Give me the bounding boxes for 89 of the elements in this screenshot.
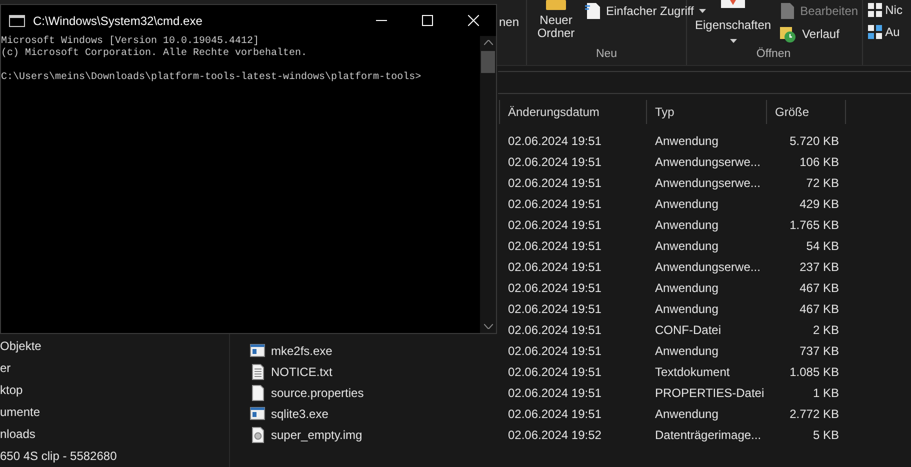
nav-item[interactable]: Objekte [0,335,229,357]
table-cell-text: Anwendung [654,406,720,420]
nav-item[interactable]: umente [0,401,229,423]
file-name[interactable]: mke2fs.exe [271,344,332,358]
table-cell-text: CONF-Datei [654,322,722,336]
table-cell-text: 467 KB [798,280,840,294]
table-cell-text: 1.765 KB [788,218,840,232]
scroll-thumb[interactable] [481,51,495,73]
table-cell-text: 02.06.2024 19:51 [507,322,602,336]
table-cell-text: 02.06.2024 19:51 [507,176,602,190]
application-icon [250,406,265,422]
close-icon [468,15,478,26]
table-cell-text: 2 KB [812,322,840,336]
maximize-icon [422,15,432,26]
column-header[interactable]: Größe [767,100,846,124]
grid-icon [868,3,882,17]
command-prompt[interactable]: C:\Users\meins\Downloads\platform-tools-latest-windows\platform-tools> [1,72,480,84]
table-cell-text: 02.06.2024 19:51 [507,344,602,358]
table-cell-text: 02.06.2024 19:51 [507,260,602,274]
clock-icon [779,25,798,43]
table-cell-text: 02.06.2024 19:51 [507,218,602,232]
group-label: Öffnen [755,48,792,60]
nav-item[interactable]: 650 4S clip - 5582680 [0,445,229,467]
table-cell-text: 02.06.2024 19:51 [507,154,602,168]
table-cell-text: Textdokument [654,364,731,378]
table-cell-text: 02.06.2024 19:51 [507,406,602,420]
column-header[interactable]: Änderungsdatum [500,100,647,124]
table-cell-text: 54 KB [805,238,840,252]
table-cell-text: 02.06.2024 19:51 [507,134,602,148]
table-cell-text: 106 KB [798,154,840,168]
table-cell-text: 02.06.2024 19:51 [507,196,602,210]
table-cell-text: 02.06.2024 19:51 [507,302,602,316]
file-name[interactable]: super_empty.img [271,428,362,442]
file-name[interactable]: NOTICE.txt [271,364,332,378]
table-cell-text: 02.06.2024 19:51 [507,280,602,294]
folder-icon [545,0,567,10]
table-cell-text: Anwendung [654,218,720,232]
table-cell-text: Anwendung [654,238,720,252]
console-icon [9,14,25,26]
table-cell-text: Anwendungserwe... [654,176,762,190]
ribbon-button[interactable]: Einfacher Zugriff [583,1,708,21]
table-cell-text: PROPERTIES-Datei [654,386,766,400]
table-cell-text: 1.085 KB [788,364,840,378]
ribbon-button[interactable]: Verlauf [777,24,860,44]
file-name[interactable]: source.properties [271,386,364,400]
table-cell-text: Anwendung [654,134,720,148]
ribbon-button[interactable]: Neuer Ordner [532,0,580,46]
nav-item[interactable]: er [0,357,229,379]
table-cell-text: Anwendung [654,196,720,210]
minimize-icon [376,20,386,21]
file-icon [250,384,265,400]
table-cell-text: 5 KB [812,428,840,442]
console-text: Microsoft Windows [Version 10.0.19045.4412] [1,36,260,48]
table-cell-text: 02.06.2024 19:51 [507,386,602,400]
table-cell-text: 467 KB [798,302,840,316]
grid-icon [868,25,882,39]
table-cell-text: 1 KB [812,386,840,400]
ribbon-button[interactable]: Au [866,22,904,42]
table-cell-text: Anwendung [654,280,720,294]
table-cell-text: 429 KB [798,196,840,210]
table-cell-text: Anwendung [654,344,720,358]
nav-item[interactable]: ktop [0,379,229,401]
document-icon [585,2,601,20]
console-text: (c) Microsoft Corporation. Alle Rechte vorbehalten. [1,48,308,60]
file-name[interactable]: sqlite3.exe [271,406,328,420]
table-cell-text: 02.06.2024 19:51 [507,364,602,378]
table-cell-text: 2.772 KB [788,406,840,420]
group-label: Neu [594,48,618,60]
ribbon-label[interactable]: nen [499,15,520,29]
window-title: C:\Windows\System32\cmd.exe [33,14,204,28]
table-cell-text: 237 KB [798,260,840,274]
address-bar[interactable] [498,71,911,94]
table-cell-text: 02.06.2024 19:51 [507,238,602,252]
text-file-icon [250,364,265,380]
table-cell-text: 72 KB [805,176,840,190]
table-cell-text: 737 KB [798,344,840,358]
column-header[interactable]: Typ [647,100,767,124]
application-icon [250,342,265,358]
ribbon-button[interactable]: Nic [866,0,904,20]
table-cell-text: Anwendungserwe... [654,154,762,168]
document-icon [779,2,796,20]
table-cell-text: Anwendungserwe... [654,260,762,274]
nav-item[interactable]: nloads [0,423,229,445]
scrollbar[interactable] [480,36,496,333]
table-cell-text: Datenträgerimage... [654,428,762,442]
table-cell-text: Anwendung [654,302,720,316]
table-cell-text: 02.06.2024 19:52 [507,428,602,442]
disc-image-icon [250,426,265,442]
table-cell-text: 5.720 KB [788,134,840,148]
